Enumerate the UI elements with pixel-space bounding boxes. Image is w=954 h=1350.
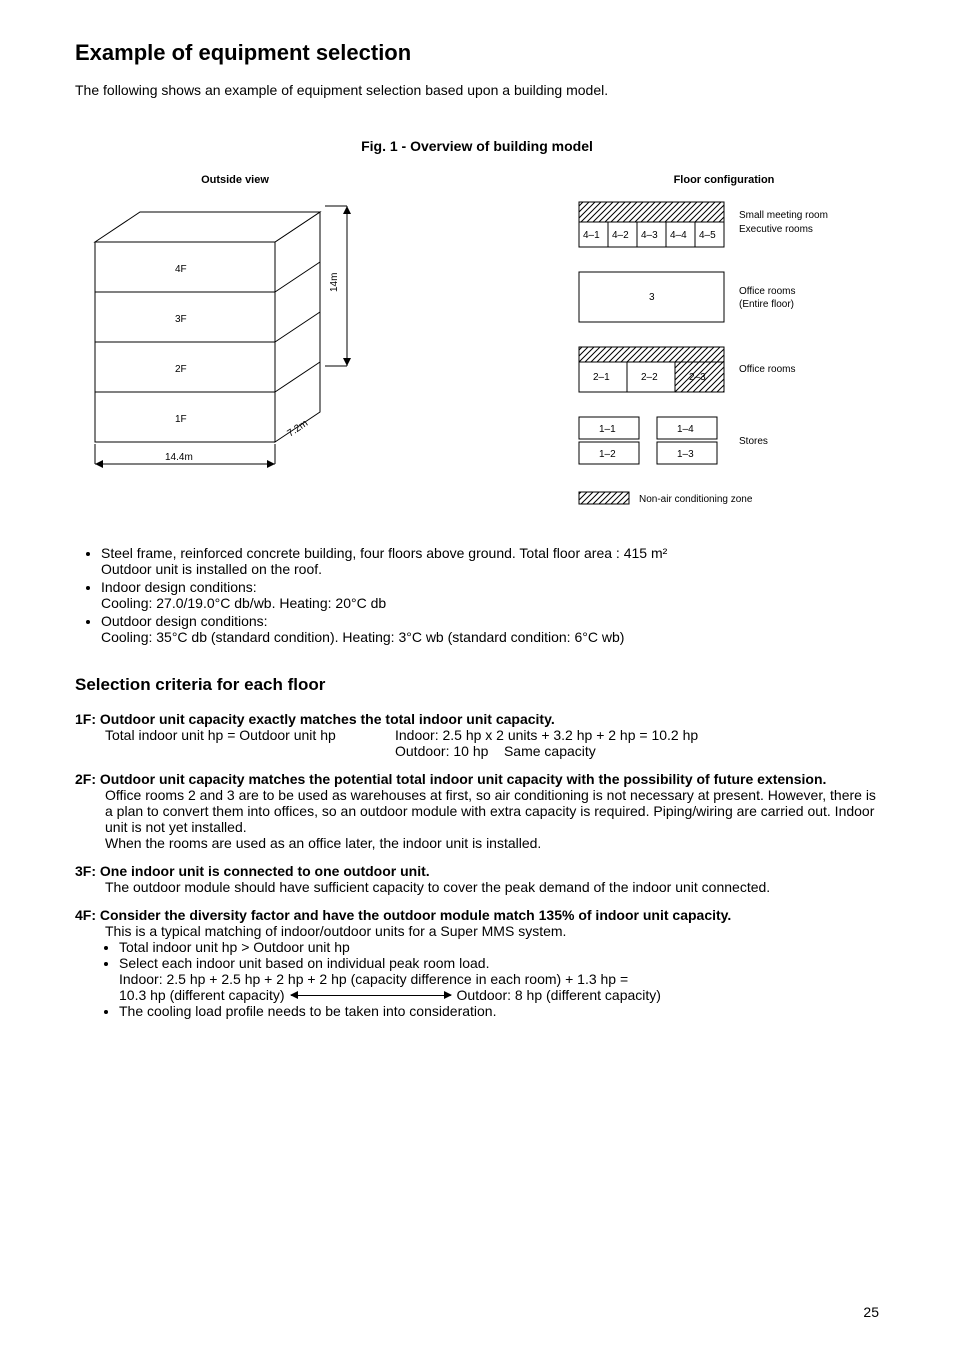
outside-view-block: Outside view 4F — [75, 174, 395, 527]
floor-4f: 4F: Consider the diversity factor and ha… — [75, 907, 879, 1019]
text: Total indoor unit hp = Outdoor unit hp — [105, 727, 395, 759]
room-label: 4–5 — [699, 230, 716, 241]
bullet-item: Steel frame, reinforced concrete buildin… — [101, 545, 879, 577]
floor-desc: (Entire floor) — [739, 299, 794, 310]
room-label: 3 — [649, 292, 655, 303]
width-label: 14.4m — [165, 452, 193, 463]
intro-text: The following shows an example of equipm… — [75, 82, 879, 98]
floor-2f-body: Office rooms 2 and 3 are to be used as w… — [75, 787, 879, 851]
floor-desc: Office rooms — [739, 364, 796, 375]
room-label: 2–2 — [641, 372, 658, 383]
room-label: 1–4 — [677, 424, 694, 435]
page-title: Example of equipment selection — [75, 40, 879, 66]
floor-label: 1F — [175, 414, 187, 425]
bullet-item: The cooling load profile needs to be tak… — [119, 1003, 879, 1019]
floor-3f-head: 3F: One indoor unit is connected to one … — [75, 863, 879, 879]
room-label: 4–4 — [670, 230, 687, 241]
floor-3f: 3F: One indoor unit is connected to one … — [75, 863, 879, 895]
room-label: 2–1 — [593, 372, 610, 383]
floor-3f-body: The outdoor module should have sufficien… — [75, 879, 879, 895]
building-spec-list: Steel frame, reinforced concrete buildin… — [75, 545, 879, 645]
floor-label: 2F — [175, 364, 187, 375]
outside-view-diagram: 4F 3F 2F 1F 7.2m 14m 14.4m — [75, 192, 395, 482]
floor-label: 4F — [175, 264, 187, 275]
bullet-item: Total indoor unit hp > Outdoor unit hp — [119, 939, 879, 955]
text: Indoor: 2.5 hp + 2.5 hp + 2 hp + 2 hp (c… — [119, 971, 628, 987]
room-label: 4–2 — [612, 230, 629, 241]
page: Example of equipment selection The follo… — [0, 0, 954, 1350]
figure-title: Fig. 1 - Overview of building model — [75, 138, 879, 154]
text: 10.3 hp (different capacity) — [119, 987, 285, 1003]
text: Outdoor: 8 hp (different capacity) — [457, 987, 661, 1003]
room-label: 4–3 — [641, 230, 658, 241]
text: Outdoor: 10 hp Same capacity — [395, 743, 596, 759]
floor-4f-head: 4F: Consider the diversity factor and ha… — [75, 907, 879, 923]
floor-desc: Executive rooms — [739, 224, 813, 235]
page-number: 25 — [863, 1304, 879, 1320]
floor-config-diagram: 4–1 4–2 4–3 4–4 4–5 Small meeting room E… — [569, 192, 879, 522]
diagram-row: Outside view 4F — [75, 174, 879, 527]
floor-4f-intro: This is a typical matching of indoor/out… — [75, 923, 879, 939]
floor-config-title: Floor configuration — [569, 174, 879, 186]
height-label: 14m — [329, 273, 340, 292]
floor-desc: Office rooms — [739, 286, 796, 297]
floor-desc: Small meeting room — [739, 210, 828, 221]
bullet-item: Outdoor design conditions: Cooling: 35°C… — [101, 613, 879, 645]
floor-desc: Stores — [739, 436, 768, 447]
floor-4f-bullets: Total indoor unit hp > Outdoor unit hp S… — [75, 939, 879, 1019]
room-label: 2–3 — [689, 372, 706, 383]
room-label: 1–2 — [599, 449, 616, 460]
floor-2f: 2F: Outdoor unit capacity matches the po… — [75, 771, 879, 851]
floor-1f: 1F: Outdoor unit capacity exactly matche… — [75, 711, 879, 759]
floor-1f-head: 1F: Outdoor unit capacity exactly matche… — [75, 711, 879, 727]
text: Select each indoor unit based on individ… — [119, 955, 489, 971]
floor-label: 3F — [175, 314, 187, 325]
bullet-item: Indoor design conditions: Cooling: 27.0/… — [101, 579, 879, 611]
room-label: 1–3 — [677, 449, 694, 460]
text: Indoor: 2.5 hp x 2 units + 3.2 hp + 2 hp… — [395, 727, 698, 743]
room-label: 1–1 — [599, 424, 616, 435]
floor-config-block: Floor configuration 4–1 4–2 4–3 4–4 4–5 … — [569, 174, 879, 527]
criteria-heading: Selection criteria for each floor — [75, 675, 879, 695]
floor-2f-head: 2F: Outdoor unit capacity matches the po… — [75, 771, 879, 787]
double-arrow-icon — [291, 995, 451, 996]
room-label: 4–1 — [583, 230, 600, 241]
outside-view-title: Outside view — [75, 174, 395, 186]
bullet-item: Select each indoor unit based on individ… — [119, 955, 879, 1003]
legend-label: Non-air conditioning zone — [639, 494, 753, 505]
